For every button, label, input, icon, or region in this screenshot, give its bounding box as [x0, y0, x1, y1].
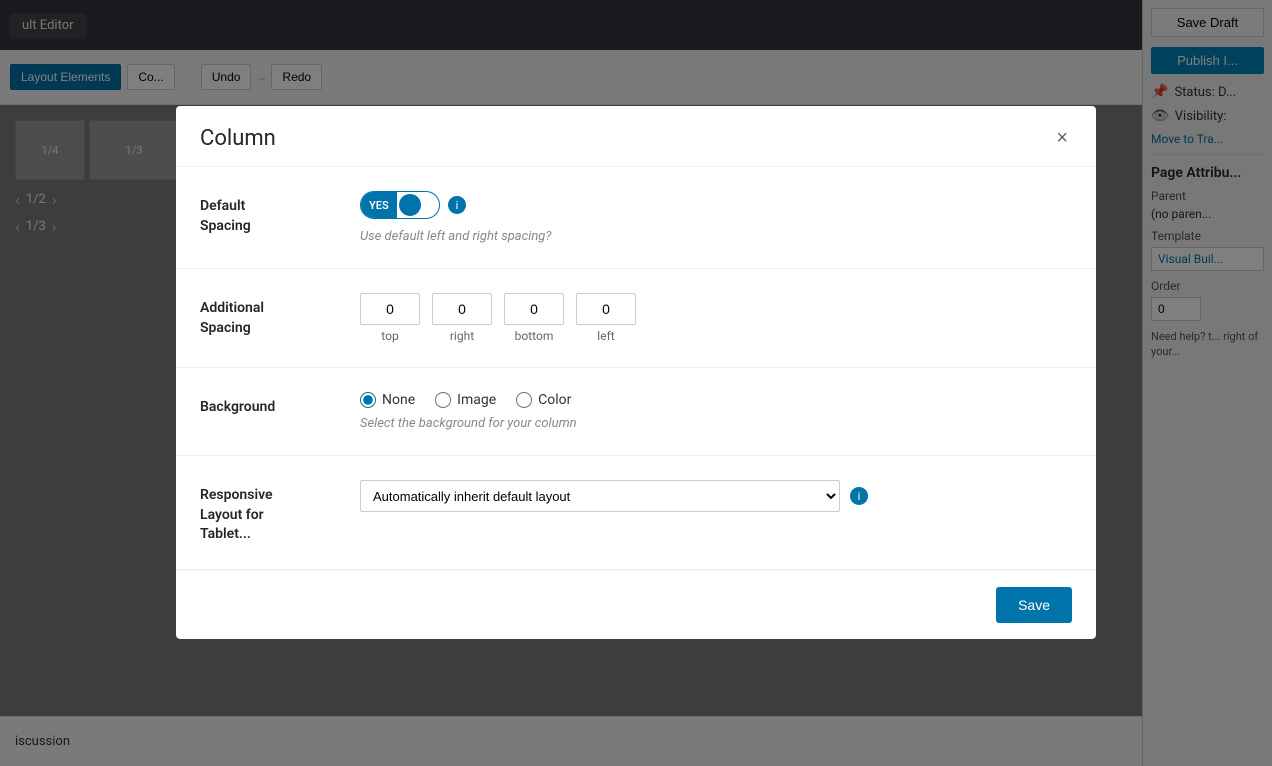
modal-save-button[interactable]: Save	[996, 587, 1072, 623]
background-color-label: Color	[538, 392, 571, 408]
responsive-layout-label: Responsive Layout for Tablet...	[200, 480, 330, 545]
default-spacing-info-icon[interactable]: i	[448, 196, 466, 214]
modal-close-button[interactable]: ×	[1052, 124, 1072, 152]
modal-header: Column ×	[176, 106, 1096, 167]
spacing-left-input[interactable]	[576, 293, 636, 325]
responsive-layout-select[interactable]: Automatically inherit default layout Ful…	[360, 480, 840, 512]
background-color-option[interactable]: Color	[516, 392, 571, 408]
responsive-layout-section: Responsive Layout for Tablet... Automati…	[176, 456, 1096, 570]
additional-spacing-content: top right bottom left	[360, 293, 1072, 343]
background-section: Background None Image Color	[176, 368, 1096, 456]
background-radio-row: None Image Color	[360, 392, 1072, 408]
modal-title: Column	[200, 125, 276, 150]
column-modal: Column × Default Spacing YES i Use defau…	[176, 106, 1096, 639]
background-helper-text: Select the background for your column	[360, 416, 1072, 431]
background-image-radio[interactable]	[435, 392, 451, 408]
toggle-circle	[399, 194, 421, 216]
responsive-layout-content: Automatically inherit default layout Ful…	[360, 480, 1072, 512]
spacing-left-field: left	[576, 293, 636, 343]
additional-spacing-section: Additional Spacing top right bottom	[176, 269, 1096, 368]
spacing-top-field: top	[360, 293, 420, 343]
spacing-bottom-field: bottom	[504, 293, 564, 343]
spacing-right-label: right	[450, 329, 474, 343]
background-none-label: None	[382, 392, 415, 408]
spacing-right-input[interactable]	[432, 293, 492, 325]
background-color-radio[interactable]	[516, 392, 532, 408]
modal-body: Default Spacing YES i Use default left a…	[176, 167, 1096, 570]
background-label: Background	[200, 392, 330, 418]
default-spacing-toggle[interactable]: YES	[360, 191, 440, 219]
additional-spacing-label: Additional Spacing	[200, 293, 330, 338]
background-image-option[interactable]: Image	[435, 392, 496, 408]
background-image-label: Image	[457, 392, 496, 408]
default-spacing-section: Default Spacing YES i Use default left a…	[176, 167, 1096, 269]
toggle-yes-label: YES	[361, 192, 397, 218]
background-content: None Image Color Select the background f…	[360, 392, 1072, 431]
default-spacing-content: YES i Use default left and right spacing…	[360, 191, 1072, 244]
spacing-top-input[interactable]	[360, 293, 420, 325]
modal-footer: Save	[176, 570, 1096, 639]
default-spacing-helper: Use default left and right spacing?	[360, 229, 1072, 244]
spacing-right-field: right	[432, 293, 492, 343]
responsive-layout-info-icon[interactable]: i	[850, 487, 868, 505]
background-none-radio[interactable]	[360, 392, 376, 408]
spacing-left-label: left	[597, 329, 614, 343]
spacing-top-label: top	[381, 329, 398, 343]
default-spacing-label: Default Spacing	[200, 191, 330, 236]
default-spacing-toggle-row: YES i	[360, 191, 1072, 219]
spacing-inputs-row: top right bottom left	[360, 293, 1072, 343]
background-none-option[interactable]: None	[360, 392, 415, 408]
spacing-bottom-label: bottom	[515, 329, 554, 343]
spacing-bottom-input[interactable]	[504, 293, 564, 325]
